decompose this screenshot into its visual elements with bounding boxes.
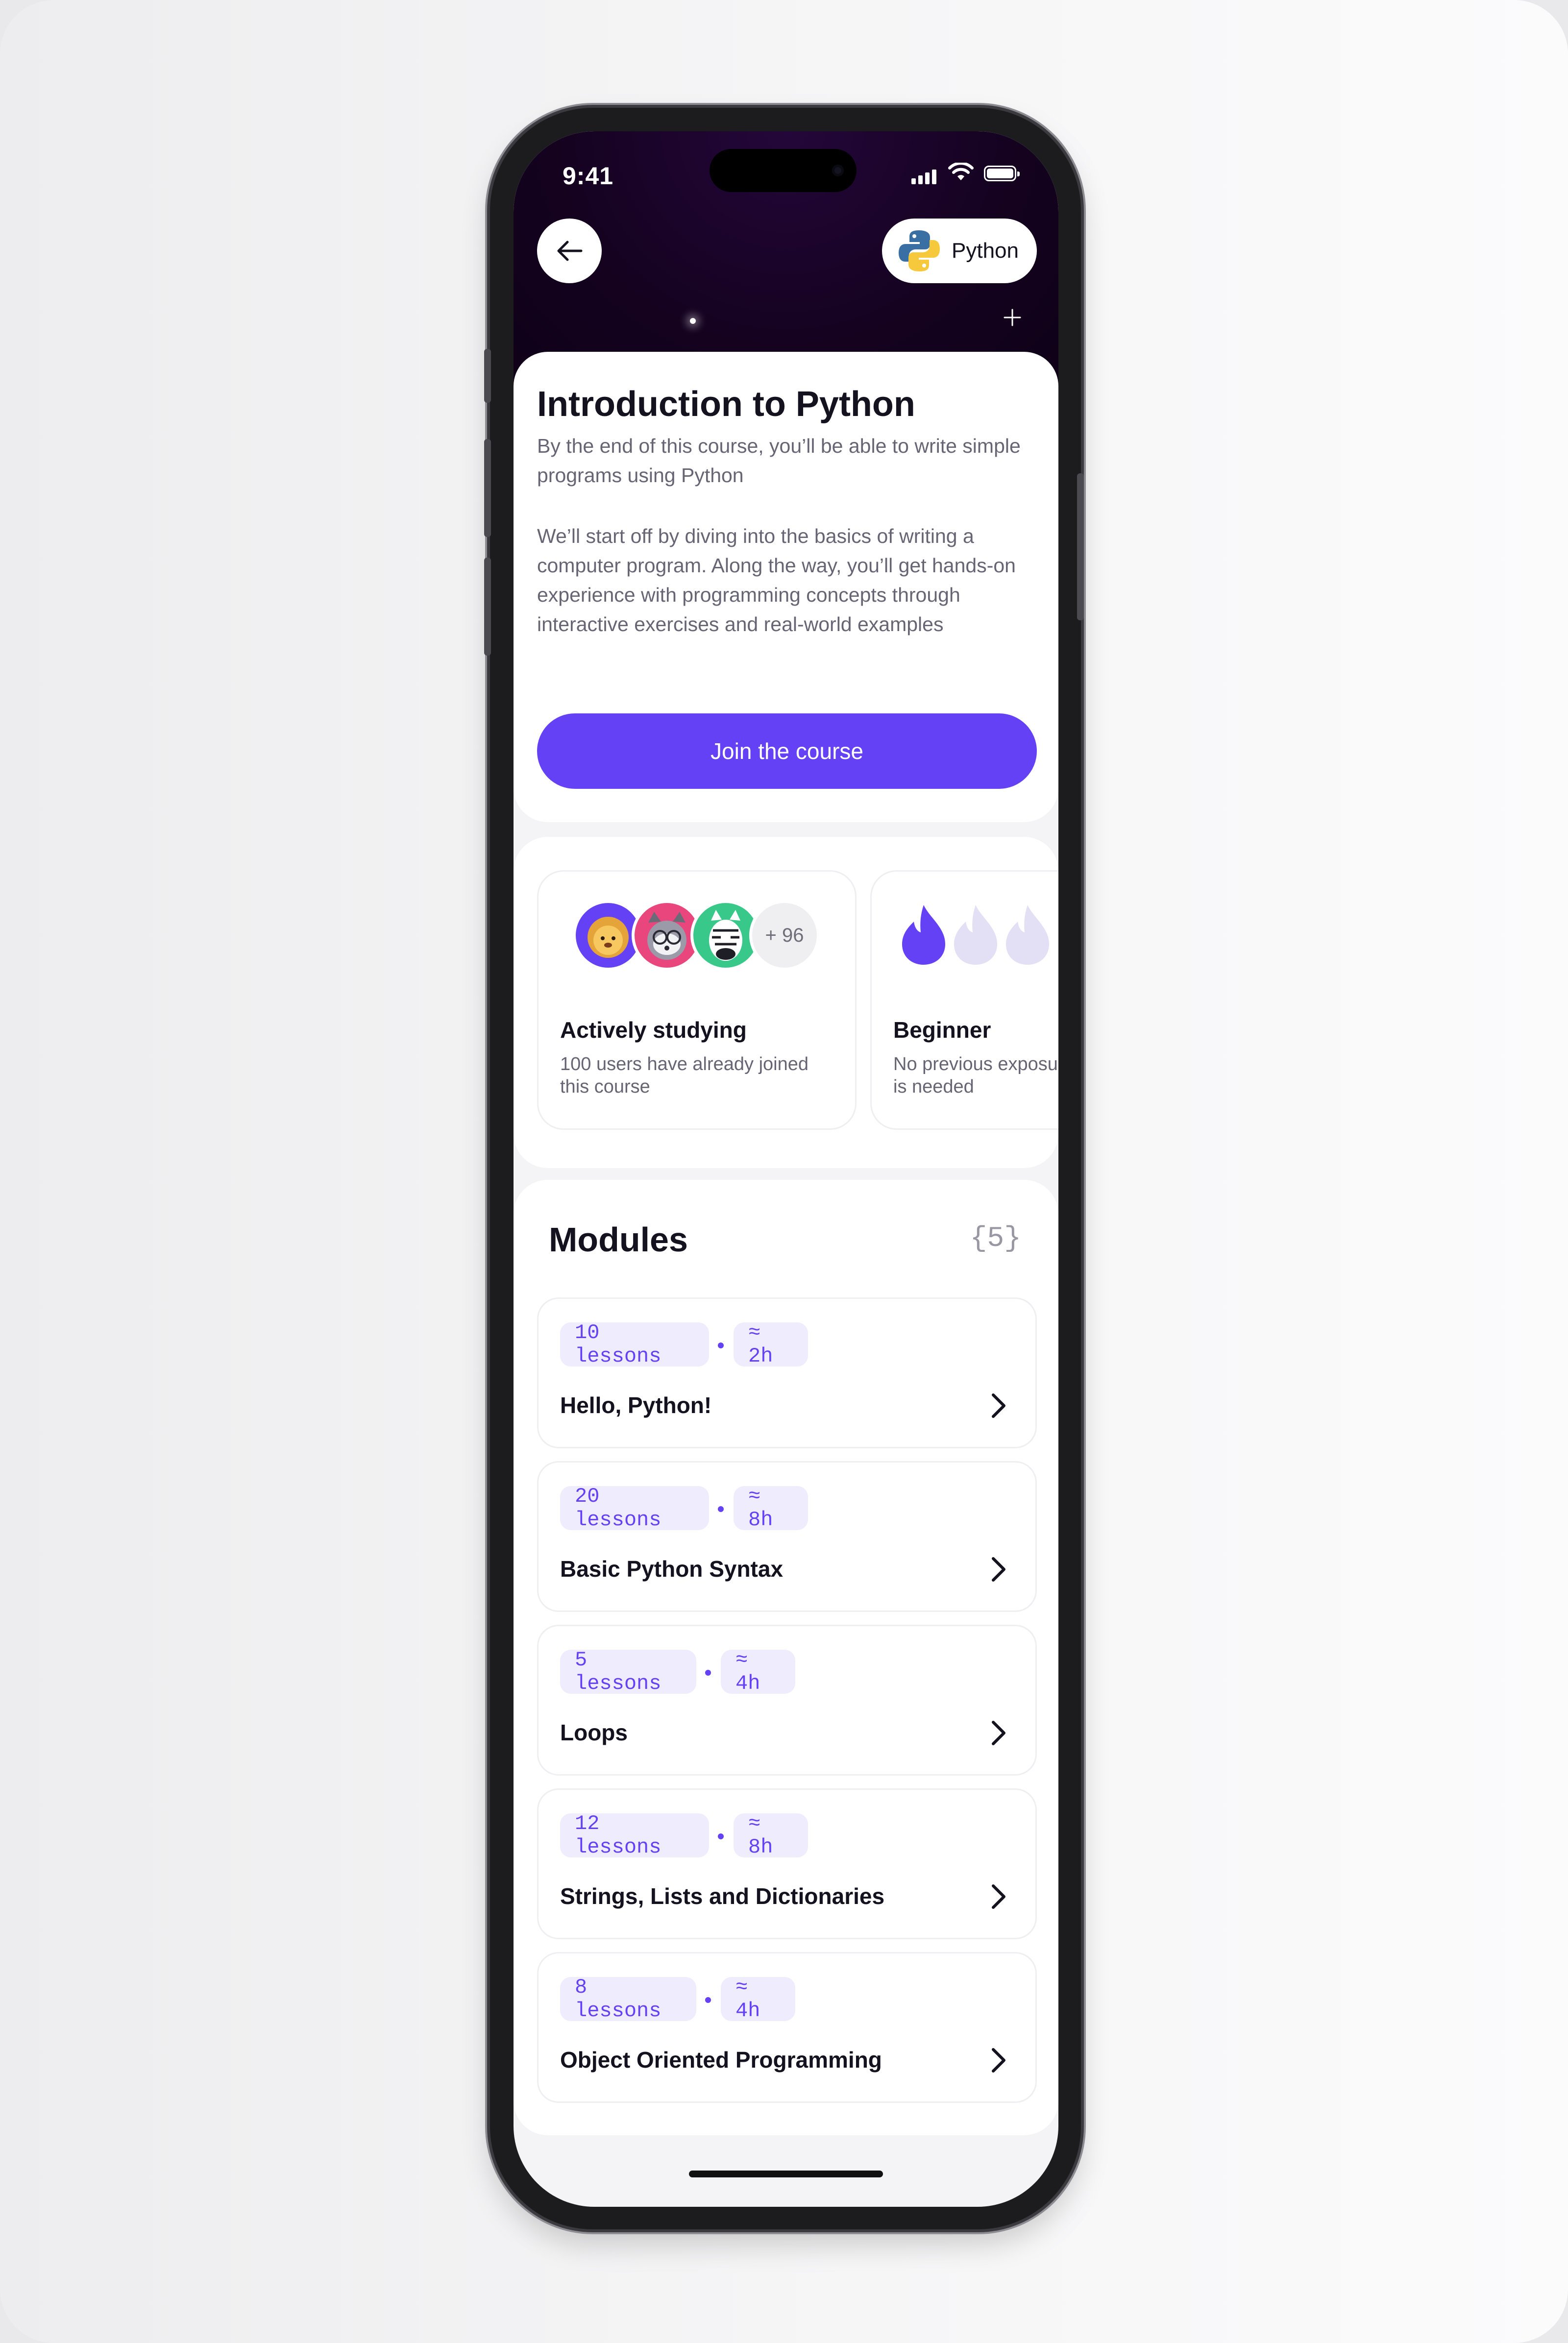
flame-filled-icon bbox=[902, 905, 945, 965]
duration-chip: ≈ 8h bbox=[734, 1485, 808, 1532]
zebra-avatar-icon bbox=[709, 910, 742, 961]
course-title: Introduction to Python bbox=[537, 385, 915, 424]
modules-count: {5} bbox=[970, 1223, 1021, 1255]
join-course-button[interactable]: Join the course bbox=[537, 713, 1037, 789]
sparkle-star-icon bbox=[1004, 309, 1021, 326]
language-badge[interactable]: Python bbox=[882, 219, 1037, 283]
duration-chip: ≈ 2h bbox=[734, 1321, 808, 1368]
home-indicator[interactable] bbox=[689, 2171, 883, 2177]
lessons-chip: 12 lessons bbox=[560, 1812, 709, 1859]
course-stats-card: + 96 Actively studying 100 users have al… bbox=[514, 837, 1058, 1168]
status-bar: 9:41 bbox=[514, 131, 1058, 205]
wifi-icon bbox=[948, 163, 974, 180]
more-users-count: + 96 bbox=[749, 900, 820, 971]
stat-title-level: Beginner bbox=[893, 1017, 991, 1043]
volume-down-button bbox=[484, 558, 491, 656]
flame-empty-icon bbox=[954, 905, 997, 965]
duration-chip: ≈ 8h bbox=[734, 1812, 808, 1859]
action-button bbox=[484, 349, 491, 403]
chevron-right-icon bbox=[992, 1721, 1005, 1745]
duration-chip: ≈ 4h bbox=[721, 1648, 795, 1695]
lessons-chip: 5 lessons bbox=[560, 1648, 696, 1695]
power-button bbox=[1077, 473, 1084, 620]
raccoon-avatar-icon bbox=[647, 912, 686, 960]
volume-up-button bbox=[484, 439, 491, 537]
chevron-right-icon bbox=[992, 1393, 1005, 1418]
cellular-signal-icon bbox=[911, 170, 939, 184]
lion-avatar-icon bbox=[588, 917, 629, 958]
separator-dot bbox=[718, 1342, 724, 1348]
python-logo-icon bbox=[899, 230, 940, 271]
separator-dot bbox=[718, 1506, 724, 1512]
module-item[interactable]: 8 lessons ≈ 4h Object Oriented Programmi… bbox=[537, 1952, 1037, 2103]
flame-empty-icon bbox=[1006, 905, 1049, 965]
stat-desc-level: No previous exposure is needed bbox=[893, 1054, 1058, 1097]
stat-title-studying: Actively studying bbox=[560, 1017, 747, 1043]
dynamic-island bbox=[710, 149, 857, 192]
modules-card: Modules {5} 10 lessons ≈ 2h Hello, Pytho… bbox=[514, 1180, 1058, 2135]
language-label: Python bbox=[952, 239, 1019, 263]
module-item[interactable]: 12 lessons ≈ 8h Strings, Lists and Dicti… bbox=[537, 1788, 1037, 1939]
sparkle-dot bbox=[690, 318, 696, 324]
modules-title: Modules bbox=[549, 1220, 688, 1259]
module-name: Object Oriented Programming bbox=[560, 2047, 882, 2073]
chevron-right-icon bbox=[992, 1557, 1005, 1582]
separator-dot bbox=[718, 1833, 724, 1839]
module-name: Basic Python Syntax bbox=[560, 1556, 784, 1582]
status-time: 9:41 bbox=[563, 162, 614, 190]
module-name: Strings, Lists and Dictionaries bbox=[560, 1883, 885, 1909]
app-screen: 9:41 Python Introduction to Python By th… bbox=[514, 131, 1058, 2207]
stat-card-level: Beginner No previous exposure is needed bbox=[870, 870, 1058, 1130]
lessons-chip: 20 lessons bbox=[560, 1485, 709, 1532]
module-item[interactable]: 20 lessons ≈ 8h Basic Python Syntax bbox=[537, 1461, 1037, 1612]
lessons-chip: 8 lessons bbox=[560, 1976, 696, 2023]
module-item[interactable]: 10 lessons ≈ 2h Hello, Python! bbox=[537, 1297, 1037, 1448]
chevron-right-icon bbox=[992, 2048, 1005, 2073]
stat-desc-studying: 100 users have already joined this cours… bbox=[560, 1054, 809, 1097]
back-button[interactable] bbox=[537, 219, 602, 283]
separator-dot bbox=[705, 1997, 711, 2003]
lessons-chip: 10 lessons bbox=[560, 1321, 709, 1368]
chevron-right-icon bbox=[992, 1884, 1005, 1909]
module-name: Loops bbox=[560, 1720, 628, 1745]
module-name: Hello, Python! bbox=[560, 1392, 712, 1418]
course-intro-card: Introduction to Python By the end of thi… bbox=[514, 352, 1058, 822]
module-item[interactable]: 5 lessons ≈ 4h Loops bbox=[537, 1625, 1037, 1776]
course-subtitle: By the end of this course, you’ll be abl… bbox=[537, 435, 1021, 487]
hero-header: 9:41 Python bbox=[514, 131, 1058, 386]
battery-icon bbox=[984, 166, 1020, 181]
arrow-left-icon bbox=[557, 241, 583, 261]
duration-chip: ≈ 4h bbox=[721, 1976, 795, 2023]
stat-card-studying: + 96 Actively studying 100 users have al… bbox=[537, 870, 857, 1130]
separator-dot bbox=[705, 1670, 711, 1676]
course-description: We’ll start off by diving into the basic… bbox=[537, 525, 1016, 635]
